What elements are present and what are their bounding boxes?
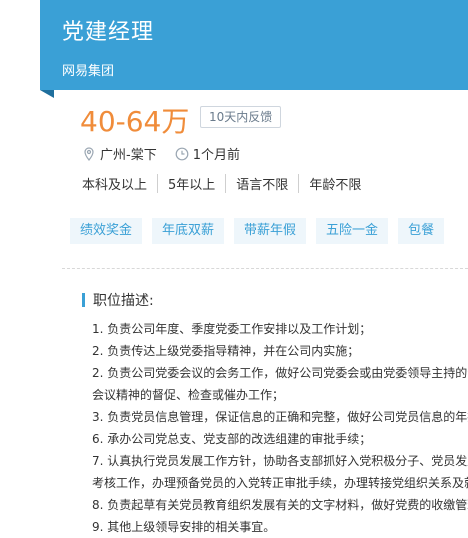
heading-accent-bar (82, 293, 85, 307)
company-name[interactable]: 网易集团 (62, 60, 114, 79)
job-title: 党建经理 (62, 20, 155, 45)
salary-range: 40-64万 (80, 105, 190, 138)
location-item: 广州-棠下 (82, 144, 157, 163)
description-line: 考核工作，办理预备党员的入党转正审批手续，办理转接党组织关系及就 (92, 476, 468, 490)
description-line: 6. 承办公司党总支、党支部的改选组建的审批手续； (92, 432, 372, 446)
benefit-tags: 绩效奖金 年底双薪 带薪年假 五险一金 包餐 (70, 218, 454, 244)
job-header: 党建经理 网易集团 (40, 0, 468, 90)
description-line: 3. 负责党员信息管理，保证信息的正确和完整，做好公司党员信息的年报 (92, 410, 468, 424)
description-line: 8. 负责起草有关党员教育组织发展有关的文字材料，做好党费的收缴管理 (92, 498, 468, 512)
benefit-tag: 五险一金 (316, 218, 389, 244)
benefit-tag: 包餐 (398, 218, 445, 244)
location-pin-icon (84, 146, 94, 161)
job-meta-row: 广州-棠下 1个月前 (82, 144, 258, 163)
left-blank-area (0, 0, 40, 521)
posted-item: 1个月前 (175, 144, 240, 163)
benefit-tag: 年底双薪 (152, 218, 225, 244)
clock-icon (175, 147, 189, 160)
description-line: 2. 负责公司党委会议的会务工作，做好公司党委会或由党委领导主持的会 (92, 366, 468, 380)
requirement-education: 本科及以上 (82, 178, 148, 193)
job-description: 1. 负责公司年度、季度党委工作安排以及工作计划； 2. 负责传达上级党委指导精… (92, 318, 468, 538)
requirement-age: 年龄不限 (298, 174, 371, 193)
description-line: 9. 其他上级领导安排的相关事宜。 (92, 520, 276, 534)
feedback-badge: 10天内反馈 (200, 106, 282, 128)
description-title: 职位描述: (93, 293, 154, 309)
location-text: 广州-棠下 (100, 148, 157, 163)
description-line: 2. 负责传达上级党委指导精神，并在公司内实施； (92, 344, 360, 358)
header-fold-decoration (40, 90, 54, 98)
benefit-tag: 绩效奖金 (70, 218, 143, 244)
requirement-language: 语言不限 (225, 174, 298, 193)
section-divider (62, 268, 468, 269)
description-heading: 职位描述: (82, 290, 154, 310)
posted-time: 1个月前 (192, 148, 240, 163)
benefit-tag: 带薪年假 (234, 218, 307, 244)
description-line: 7. 认真执行党员发展工作方针，协助各支部抓好入党积极分子、党员发展 (92, 454, 468, 468)
requirements-row: 本科及以上 5年以上 语言不限 年龄不限 (82, 174, 371, 193)
description-line: 会议精神的督促、检查或催办工作； (92, 388, 285, 402)
description-line: 1. 负责公司年度、季度党委工作安排以及工作计划； (92, 322, 372, 336)
requirement-experience: 5年以上 (157, 174, 225, 193)
